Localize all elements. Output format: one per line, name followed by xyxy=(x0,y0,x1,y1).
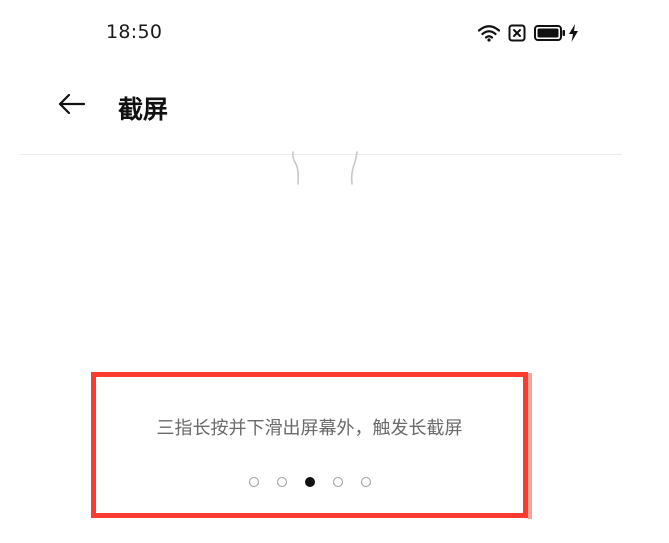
page-dot-5[interactable] xyxy=(360,477,371,487)
back-button[interactable] xyxy=(52,86,92,126)
page-header: 截屏 xyxy=(0,72,669,136)
page-dot-3-active[interactable] xyxy=(304,477,315,487)
wifi-icon xyxy=(478,24,500,42)
arrow-left-icon xyxy=(57,93,87,119)
status-icons xyxy=(478,22,579,44)
status-bar: 18:50 xyxy=(0,0,669,64)
page-dot-1[interactable] xyxy=(248,477,259,487)
sim-disabled-icon xyxy=(508,24,526,42)
page-indicator xyxy=(96,477,523,487)
tutorial-card: 三指长按并下滑出屏幕外，触发长截屏 xyxy=(91,372,532,519)
phone-illustration xyxy=(280,150,370,190)
page-dot-4[interactable] xyxy=(332,477,343,487)
instruction-text: 三指长按并下滑出屏幕外，触发长截屏 xyxy=(156,418,463,439)
charging-bolt-icon xyxy=(568,24,579,42)
page-title: 截屏 xyxy=(118,95,169,124)
page-dot-2[interactable] xyxy=(276,477,287,487)
status-time: 18:50 xyxy=(106,21,163,43)
battery-full-icon xyxy=(534,24,566,42)
